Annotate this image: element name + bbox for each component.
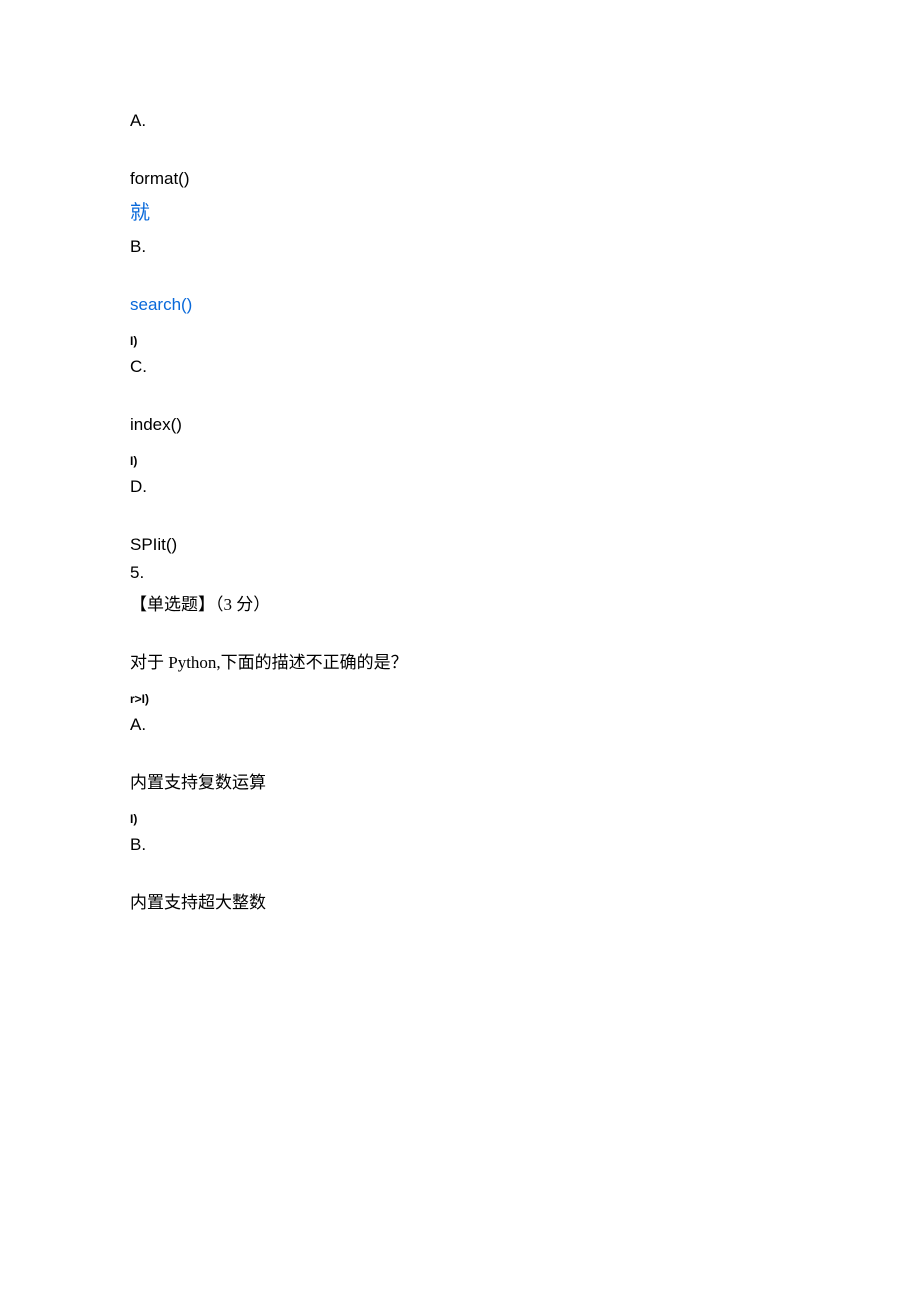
question-header: 【单选题】（3 分）	[130, 594, 790, 616]
option-text-b: search()	[130, 294, 790, 316]
q5-option-label-a: A.	[130, 714, 790, 736]
question-stem: 对于 Python,下面的描述不正确的是？	[130, 652, 790, 674]
q5-option-annotation-a: I)	[130, 812, 790, 828]
q5-option-text-a: 内置支持复数运算	[130, 772, 790, 794]
option-text-c: index()	[130, 414, 790, 436]
option-text-d: SPIit()	[130, 534, 790, 556]
option-label-d: D.	[130, 476, 790, 498]
annotation-pre-a: r>I)	[130, 692, 790, 708]
option-text-a: format()	[130, 168, 790, 190]
option-annotation-b: I)	[130, 334, 790, 350]
option-label-a: A.	[130, 110, 790, 132]
option-annotation-a: 就	[130, 200, 790, 226]
option-label-c: C.	[130, 356, 790, 378]
option-label-b: B.	[130, 236, 790, 258]
q5-option-text-b: 内置支持超大整数	[130, 892, 790, 914]
option-annotation-c: I)	[130, 454, 790, 470]
document-page: A. format() 就 B. search() I) C. index() …	[0, 0, 920, 1214]
q5-option-label-b: B.	[130, 834, 790, 856]
question-number: 5.	[130, 562, 790, 584]
